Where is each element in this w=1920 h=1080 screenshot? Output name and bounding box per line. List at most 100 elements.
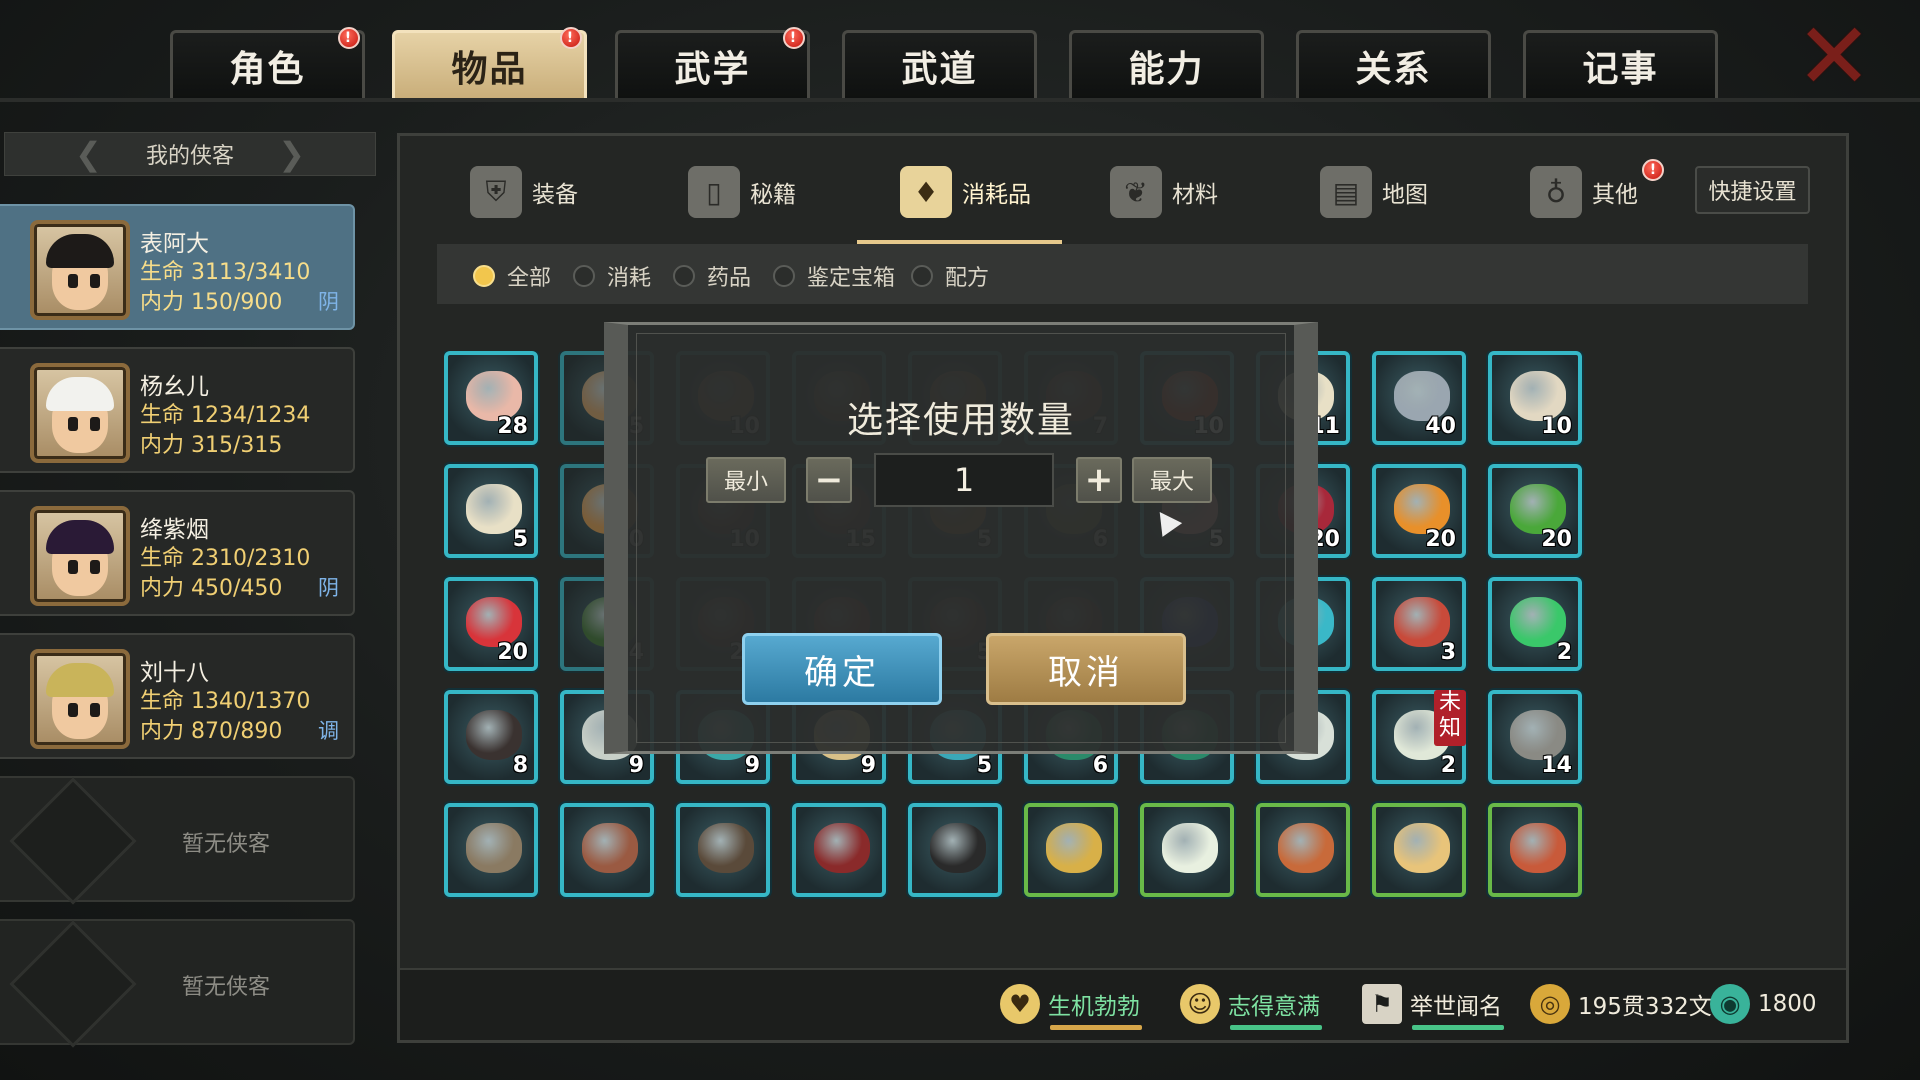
hero-card[interactable]: 杨幺儿 生命 1234/1234 内力 315/315: [0, 347, 355, 473]
item-count: 5: [512, 527, 528, 552]
hero-hp: 生命 2310/2310: [140, 546, 311, 571]
alert-badge: !: [338, 27, 360, 49]
item-icon: [582, 823, 638, 873]
radio-on-icon: [473, 265, 495, 287]
item-slot[interactable]: 14: [1488, 690, 1582, 784]
item-slot[interactable]: 10: [1488, 351, 1582, 445]
health-bar: [1050, 1025, 1142, 1030]
empty-label: 暂无侠客: [182, 832, 271, 857]
map-icon: ▤: [1320, 166, 1372, 218]
quantity-input[interactable]: 1: [874, 453, 1054, 507]
hero-hp: 生命 3113/3410: [140, 260, 311, 285]
filter-label: 消耗: [607, 266, 652, 291]
tab-relations[interactable]: 关系: [1296, 30, 1491, 98]
chevron-left-icon[interactable]: ❮: [75, 135, 102, 173]
decrement-button[interactable]: −: [806, 457, 852, 503]
hero-card[interactable]: 表阿大 生命 3113/3410 内力 150/900 阴: [0, 204, 355, 330]
mood-bar: [1230, 1025, 1322, 1030]
empty-hero-slot[interactable]: 暂无侠客: [0, 919, 355, 1048]
item-slot[interactable]: 28: [444, 351, 538, 445]
confirm-button[interactable]: 确定: [742, 633, 942, 705]
tab-items[interactable]: 物品!: [392, 27, 587, 98]
item-slot[interactable]: [1256, 803, 1350, 897]
quick-settings-button[interactable]: 快捷设置: [1695, 166, 1810, 214]
tab-other[interactable]: ♁ 其他!: [1530, 156, 1664, 228]
hero-hp: 生命 1340/1370: [140, 689, 311, 714]
item-count: 2: [1556, 640, 1572, 665]
filter-treasure-chest[interactable]: 鉴定宝箱: [773, 260, 895, 292]
avatar: [30, 506, 130, 606]
item-slot[interactable]: 2 未知: [1372, 690, 1466, 784]
item-slot[interactable]: [1488, 803, 1582, 897]
potion-icon: ♦: [900, 166, 952, 218]
item-count: 8: [512, 753, 528, 778]
tab-label: 武学: [674, 48, 751, 90]
tab-journal[interactable]: 记事: [1523, 30, 1718, 98]
item-slot[interactable]: 5: [444, 464, 538, 558]
jade-value: 1800: [1758, 991, 1817, 1017]
top-tab-bar: 角色! 物品! 武学! 武道 能力 关系 记事: [170, 27, 1730, 100]
hero-tag: 阴: [318, 576, 339, 600]
coin-icon: ◎: [1530, 984, 1570, 1024]
tab-maps[interactable]: ▤ 地图: [1320, 156, 1428, 228]
max-button[interactable]: 最大: [1132, 457, 1212, 503]
hero-card[interactable]: 刘十八 生命 1340/1370 内力 870/890 调: [0, 633, 355, 759]
chevron-right-icon[interactable]: ❯: [278, 135, 305, 173]
item-slot[interactable]: [676, 803, 770, 897]
filter-all[interactable]: 全部: [473, 260, 551, 292]
tab-consumables[interactable]: ♦ 消耗品: [900, 156, 1031, 228]
item-slot[interactable]: 40: [1372, 351, 1466, 445]
alert-badge: !: [783, 27, 805, 49]
filter-medicine[interactable]: 药品: [673, 260, 751, 292]
item-slot[interactable]: [444, 803, 538, 897]
radio-off-icon: [673, 265, 695, 287]
increment-button[interactable]: +: [1076, 457, 1122, 503]
cancel-button[interactable]: 取消: [986, 633, 1186, 705]
unknown-tag: 未知: [1434, 690, 1466, 746]
bell-icon: ♁: [1530, 166, 1582, 218]
tab-character[interactable]: 角色!: [170, 27, 365, 98]
tab-equipment[interactable]: ⛨ 装备: [470, 156, 578, 228]
tab-label: 关系: [1355, 48, 1432, 90]
close-icon[interactable]: ✕: [1795, 11, 1873, 103]
item-icon: [1394, 823, 1450, 873]
item-slot[interactable]: 20: [1488, 464, 1582, 558]
item-icon: [1510, 823, 1566, 873]
item-count: 9: [628, 753, 644, 778]
tab-manuals[interactable]: ▯ 秘籍: [688, 156, 796, 228]
dialog-title: 选择使用数量: [846, 400, 1075, 441]
tab-abilities[interactable]: 能力: [1069, 30, 1264, 98]
item-icon: [1278, 823, 1334, 873]
tab-label: 记事: [1582, 48, 1659, 90]
hero-card[interactable]: 绛紫烟 生命 2310/2310 内力 450/450 阴: [0, 490, 355, 616]
item-slot[interactable]: [1372, 803, 1466, 897]
item-slot[interactable]: 3: [1372, 577, 1466, 671]
filter-recipe[interactable]: 配方: [911, 260, 989, 292]
item-icon: [1162, 823, 1218, 873]
tab-label: 材料: [1172, 182, 1218, 208]
item-slot[interactable]: [1140, 803, 1234, 897]
item-slot[interactable]: 20: [1372, 464, 1466, 558]
hero-mp: 内力 150/900: [140, 290, 283, 315]
filter-consumable[interactable]: 消耗: [573, 260, 651, 292]
item-slot[interactable]: [908, 803, 1002, 897]
tab-martial-way[interactable]: 武道: [842, 30, 1037, 98]
item-slot[interactable]: 20: [444, 577, 538, 671]
item-slot[interactable]: [560, 803, 654, 897]
item-slot[interactable]: 8: [444, 690, 538, 784]
item-slot[interactable]: [792, 803, 886, 897]
min-button[interactable]: 最小: [706, 457, 786, 503]
avatar: [30, 363, 130, 463]
empty-label: 暂无侠客: [182, 975, 271, 1000]
tab-martial-arts[interactable]: 武学!: [615, 27, 810, 98]
item-count: 10: [1541, 414, 1572, 439]
radio-off-icon: [773, 265, 795, 287]
tab-materials[interactable]: ❦ 材料: [1110, 156, 1218, 228]
divider: [0, 98, 1920, 102]
empty-hero-slot[interactable]: 暂无侠客: [0, 776, 355, 905]
mood-status: ☺ 志得意满: [1180, 984, 1322, 1030]
item-slot[interactable]: [1024, 803, 1118, 897]
item-slot[interactable]: 2: [1488, 577, 1582, 671]
avatar: [30, 220, 130, 320]
hero-name: 绛紫烟: [140, 517, 209, 543]
